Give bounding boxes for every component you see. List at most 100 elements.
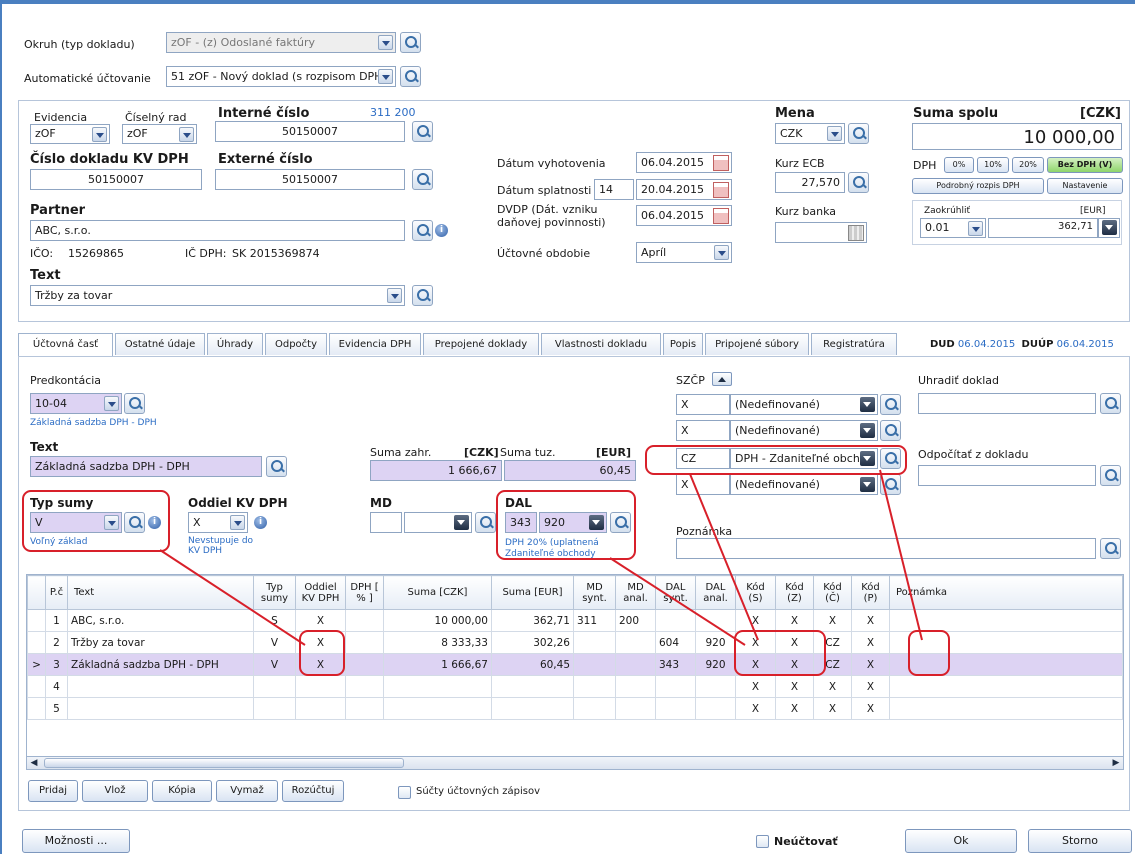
search-icon[interactable] xyxy=(412,285,433,306)
externe-input[interactable]: 50150007 xyxy=(215,169,405,190)
table-cell[interactable]: 920 xyxy=(695,653,736,676)
table-cell[interactable] xyxy=(573,631,616,654)
row-indicator[interactable]: > xyxy=(27,653,46,676)
szcp-code-4[interactable]: X xyxy=(676,474,730,495)
table-cell[interactable] xyxy=(889,609,1123,632)
table-cell[interactable] xyxy=(655,675,696,698)
col-header[interactable]: MD synt. xyxy=(573,575,616,610)
row-indicator[interactable] xyxy=(27,609,46,632)
table-cell[interactable]: X xyxy=(735,675,776,698)
table-cell[interactable]: S xyxy=(253,609,296,632)
calendar-icon[interactable] xyxy=(713,155,729,171)
col-header[interactable]: DAL synt. xyxy=(655,575,696,610)
table-cell[interactable]: 200 xyxy=(615,609,656,632)
search-icon[interactable] xyxy=(475,512,496,533)
szcp-code-2[interactable]: X xyxy=(676,420,730,441)
table-cell[interactable]: X xyxy=(851,697,890,720)
search-icon[interactable] xyxy=(848,172,869,193)
szcp-desc-1[interactable]: (Nedefinované) xyxy=(730,394,878,415)
tab-registratura[interactable]: Registratúra xyxy=(811,333,897,355)
table-cell[interactable]: X xyxy=(851,675,890,698)
table-cell[interactable]: 1 666,67 xyxy=(383,653,492,676)
rozuctuj-button[interactable]: Rozúčtuj xyxy=(282,780,344,802)
col-header[interactable]: Kód (Z) xyxy=(775,575,814,610)
search-icon[interactable] xyxy=(880,474,901,495)
table-cell[interactable] xyxy=(253,675,296,698)
chevron-down-icon[interactable] xyxy=(968,221,983,236)
table-cell[interactable]: 311 xyxy=(573,609,616,632)
search-icon[interactable] xyxy=(412,220,433,241)
table-cell[interactable] xyxy=(295,675,346,698)
calendar-icon[interactable] xyxy=(713,208,729,224)
table-cell[interactable] xyxy=(695,697,736,720)
chevron-down-icon[interactable] xyxy=(714,245,729,260)
table-cell[interactable]: X xyxy=(813,609,852,632)
eur-dropdown[interactable] xyxy=(1098,218,1120,238)
poznamka-input[interactable] xyxy=(676,538,1096,559)
tab-pripojene-subory[interactable]: Pripojené súbory xyxy=(705,333,809,355)
table-cell[interactable] xyxy=(383,697,492,720)
table-cell[interactable]: 8 333,33 xyxy=(383,631,492,654)
table-cell[interactable]: X xyxy=(813,675,852,698)
calendar-icon[interactable] xyxy=(713,182,729,198)
chevron-down-icon[interactable] xyxy=(179,127,194,142)
dph-0-button[interactable]: 0% xyxy=(944,157,974,173)
tab-odpocty[interactable]: Odpočty xyxy=(265,333,327,355)
dph-20-button[interactable]: 20% xyxy=(1012,157,1044,173)
table-cell[interactable] xyxy=(615,697,656,720)
chevron-down-icon[interactable] xyxy=(378,69,393,84)
table-cell[interactable] xyxy=(491,675,574,698)
table-cell[interactable]: 2 xyxy=(45,631,68,654)
table-cell[interactable]: Tržby za tovar xyxy=(67,631,254,654)
table-cell[interactable] xyxy=(573,675,616,698)
row-indicator[interactable] xyxy=(27,631,46,654)
table-cell[interactable] xyxy=(695,675,736,698)
scroll-left-icon[interactable]: ◀ xyxy=(28,758,40,768)
chevron-down-icon[interactable] xyxy=(1102,220,1117,235)
table-cell[interactable] xyxy=(67,697,254,720)
table-row[interactable]: 1 ABC, s.r.o. S X 10 000,00 362,71 311 200 X X X X xyxy=(27,609,1123,632)
splatnosti-input[interactable]: 20.04.2015 xyxy=(636,179,732,200)
col-header[interactable]: MD anal. xyxy=(615,575,656,610)
table-cell[interactable] xyxy=(345,609,384,632)
table-cell[interactable]: 302,26 xyxy=(491,631,574,654)
chevron-down-icon[interactable] xyxy=(387,288,402,303)
table-cell[interactable]: V xyxy=(253,631,296,654)
rozpis-button[interactable]: Podrobný rozpis DPH xyxy=(912,178,1044,194)
table-cell[interactable]: 604 xyxy=(655,631,696,654)
table-cell[interactable] xyxy=(889,675,1123,698)
col-header[interactable]: DPH [ % ] xyxy=(345,575,384,610)
table-cell[interactable]: 343 xyxy=(655,653,696,676)
chevron-down-icon[interactable] xyxy=(454,515,469,530)
row-indicator[interactable] xyxy=(27,675,46,698)
collapse-up-icon[interactable] xyxy=(712,372,732,386)
neuctovat-checkbox[interactable] xyxy=(756,835,769,848)
col-header[interactable]: DAL anal. xyxy=(695,575,736,610)
table-cell[interactable]: X xyxy=(851,653,890,676)
kurz-ecb-input[interactable]: 27,570 xyxy=(775,172,845,193)
tab-prepojene-doklady[interactable]: Prepojené doklady xyxy=(423,333,539,355)
calculator-icon[interactable] xyxy=(848,225,864,241)
table-cell[interactable]: X xyxy=(813,697,852,720)
table-cell[interactable]: ABC, s.r.o. xyxy=(67,609,254,632)
table-cell[interactable] xyxy=(295,697,346,720)
table-cell[interactable] xyxy=(615,653,656,676)
table-cell[interactable]: X xyxy=(775,697,814,720)
table-cell[interactable] xyxy=(253,697,296,720)
tab-uhrady[interactable]: Úhrady xyxy=(207,333,263,355)
table-cell[interactable]: 4 xyxy=(45,675,68,698)
table-cell[interactable] xyxy=(655,609,696,632)
table-row[interactable]: 2 Tržby za tovar V X 8 333,33 302,26 604 920 X X C… xyxy=(27,631,1123,654)
chevron-down-icon[interactable] xyxy=(92,127,107,142)
auto-select[interactable]: 51 zOF - Nový doklad (s rozpisom DPH xyxy=(166,66,396,87)
col-header[interactable]: Kód (Č) xyxy=(813,575,852,610)
tab-vlastnosti-dokladu[interactable]: Vlastnosti dokladu xyxy=(541,333,661,355)
info-icon[interactable]: i xyxy=(435,224,448,237)
search-icon[interactable] xyxy=(400,32,421,53)
table-cell[interactable]: 1 xyxy=(45,609,68,632)
moznosti-button[interactable]: Možnosti ... xyxy=(22,829,130,853)
chevron-down-icon[interactable] xyxy=(860,477,875,492)
predkontacia-select[interactable]: 10-04 xyxy=(30,393,122,414)
col-header[interactable]: Suma [EUR] xyxy=(491,575,574,610)
search-icon[interactable] xyxy=(880,420,901,441)
